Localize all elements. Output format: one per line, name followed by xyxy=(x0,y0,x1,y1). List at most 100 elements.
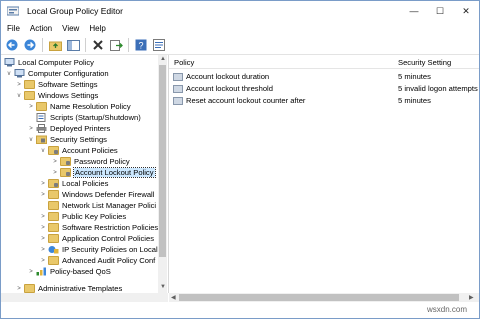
toolbar: ? xyxy=(1,36,479,55)
details-scroll-thumb[interactable] xyxy=(179,294,459,301)
expand-arrow-icon[interactable]: > xyxy=(51,168,59,178)
window-title: Local Group Policy Editor xyxy=(27,6,123,16)
show-hide-tree-icon[interactable] xyxy=(65,38,81,52)
tree-item-administrative-templates[interactable]: > Administrative Templates xyxy=(15,283,122,293)
menu-help[interactable]: Help xyxy=(84,24,110,33)
expand-arrow-icon[interactable]: > xyxy=(39,234,47,244)
ipsec-icon xyxy=(48,245,59,254)
collapse-arrow-icon[interactable]: v xyxy=(5,69,13,79)
tree-vertical-scrollbar[interactable]: ▲ ▼ xyxy=(158,55,167,293)
policy-icon xyxy=(173,73,183,81)
tree-item-local-policies[interactable]: > Local Policies xyxy=(39,178,108,189)
tree-item-label-selected: Account Lockout Policy xyxy=(73,167,156,178)
scroll-left-arrow-icon[interactable]: ◀ xyxy=(171,294,176,301)
tree-item-application-control-policies[interactable]: > Application Control Policies xyxy=(39,233,154,244)
tree-item-label: Application Control Policies xyxy=(62,234,155,243)
tree-item-name-resolution-policy[interactable]: > Name Resolution Policy xyxy=(27,101,131,112)
locked-folder-icon xyxy=(48,179,59,188)
expand-arrow-icon[interactable]: > xyxy=(39,256,47,266)
expand-arrow-icon[interactable]: > xyxy=(39,212,47,222)
tree-item-local-computer-policy[interactable]: Local Computer Policy xyxy=(3,57,94,68)
expand-arrow-icon[interactable]: > xyxy=(27,102,35,112)
toolbar-separator xyxy=(128,38,129,52)
menu-action[interactable]: Action xyxy=(25,24,57,33)
tree-item-label: Windows Defender Firewall xyxy=(62,190,155,199)
collapse-arrow-icon[interactable]: v xyxy=(27,135,35,145)
expand-arrow-icon[interactable]: > xyxy=(39,179,47,189)
menu-view[interactable]: View xyxy=(57,24,84,33)
maximize-button[interactable]: ☐ xyxy=(427,1,453,21)
policy-name: Account lockout duration xyxy=(186,72,270,81)
details-pane: Policy Security Setting Account lockout … xyxy=(169,55,479,293)
main-window: Local Group Policy Editor — ☐ ✕ File Act… xyxy=(0,0,480,319)
tree-item-security-settings[interactable]: v Security Settings xyxy=(27,134,107,145)
tree-item-account-lockout-policy[interactable]: > Account Lockout Policy xyxy=(51,167,156,178)
tree-scroll-thumb[interactable] xyxy=(159,65,166,257)
minimize-button[interactable]: — xyxy=(401,1,427,21)
export-list-icon[interactable] xyxy=(108,38,124,52)
column-header-policy[interactable]: Policy xyxy=(174,58,194,67)
tree-item-label: Software Restriction Policies xyxy=(62,223,159,232)
tree-item-label: Password Policy xyxy=(74,157,130,166)
collapse-arrow-icon[interactable]: v xyxy=(39,146,47,156)
tree-item-scripts[interactable]: Scripts (Startup/Shutdown) xyxy=(27,112,141,123)
tree-item-policy-based-qos[interactable]: > Policy-based QoS xyxy=(27,266,111,277)
expand-arrow-icon[interactable]: > xyxy=(51,157,59,167)
list-row[interactable]: Reset account lockout counter after 5 mi… xyxy=(169,95,479,106)
tree-item-computer-configuration[interactable]: v Computer Configuration xyxy=(5,68,109,79)
list-row[interactable]: Account lockout threshold 5 invalid logo… xyxy=(169,83,479,94)
expand-arrow-icon[interactable]: > xyxy=(27,124,35,134)
tree-item-label: Software Settings xyxy=(38,80,98,89)
tree-item-label: Account Policies xyxy=(62,146,118,155)
tree-item-software-restriction-policies[interactable]: > Software Restriction Policies xyxy=(39,222,158,233)
tree-item-label: Security Settings xyxy=(50,135,107,144)
computer-icon xyxy=(4,58,15,67)
up-folder-icon[interactable] xyxy=(47,38,63,52)
tree-item-password-policy[interactable]: > Password Policy xyxy=(51,156,130,167)
expand-arrow-icon[interactable]: > xyxy=(39,245,47,255)
tree-item-ip-security-policies[interactable]: > IP Security Policies on Local xyxy=(39,244,157,255)
tree-item-windows-defender-firewall[interactable]: > Windows Defender Firewall xyxy=(39,189,154,200)
tree-item-public-key-policies[interactable]: > Public Key Policies xyxy=(39,211,126,222)
close-button[interactable]: ✕ xyxy=(453,1,479,21)
tree-item-label: Local Policies xyxy=(62,179,109,188)
policy-setting: 5 invalid logon attempts xyxy=(398,84,478,93)
expand-arrow-icon[interactable]: > xyxy=(39,223,47,233)
tree-item-label: Administrative Templates xyxy=(38,284,123,293)
menu-bar: File Action View Help xyxy=(1,21,479,35)
expand-arrow-icon[interactable]: > xyxy=(15,80,23,90)
tree-item-label: Advanced Audit Policy Conf xyxy=(62,256,156,265)
tree-item-label: Scripts (Startup/Shutdown) xyxy=(50,113,141,122)
tree-item-label: Name Resolution Policy xyxy=(50,102,131,111)
tree-item-software-settings[interactable]: > Software Settings xyxy=(15,79,98,90)
tree-item-label: Deployed Printers xyxy=(50,124,111,133)
delete-icon[interactable] xyxy=(90,38,106,52)
folder-icon xyxy=(24,91,35,100)
tree-item-account-policies[interactable]: v Account Policies xyxy=(39,145,118,156)
tree-item-windows-settings[interactable]: v Windows Settings xyxy=(15,90,98,101)
collapse-arrow-icon[interactable]: v xyxy=(15,91,23,101)
policy-name: Account lockout threshold xyxy=(186,84,273,93)
properties-icon[interactable] xyxy=(151,38,167,52)
forward-icon[interactable] xyxy=(22,38,38,52)
column-header-security-setting[interactable]: Security Setting xyxy=(398,58,451,67)
policy-setting: 5 minutes xyxy=(398,96,431,105)
expand-arrow-icon[interactable]: > xyxy=(15,284,23,294)
scroll-down-arrow-icon[interactable]: ▼ xyxy=(160,284,166,290)
back-icon[interactable] xyxy=(4,38,20,52)
scroll-right-arrow-icon[interactable]: ▶ xyxy=(469,294,474,301)
expand-arrow-icon[interactable]: > xyxy=(27,267,35,277)
menu-file[interactable]: File xyxy=(1,24,25,33)
tree-item-network-list-manager[interactable]: Network List Manager Polici xyxy=(39,200,156,211)
tree-item-advanced-audit-policy[interactable]: > Advanced Audit Policy Conf xyxy=(39,255,155,266)
folder-icon xyxy=(48,190,59,199)
list-row[interactable]: Account lockout duration 5 minutes xyxy=(169,71,479,82)
help-icon[interactable]: ? xyxy=(133,38,149,52)
scroll-up-arrow-icon[interactable]: ▲ xyxy=(160,56,166,62)
policy-name: Reset account lockout counter after xyxy=(186,96,306,105)
details-horizontal-scrollbar[interactable]: ◀ ▶ xyxy=(169,293,479,302)
tree-item-deployed-printers[interactable]: > Deployed Printers xyxy=(27,123,110,134)
printer-icon xyxy=(36,124,47,133)
expand-arrow-icon[interactable]: > xyxy=(39,190,47,200)
tree-horizontal-scrollbar[interactable] xyxy=(1,293,168,302)
